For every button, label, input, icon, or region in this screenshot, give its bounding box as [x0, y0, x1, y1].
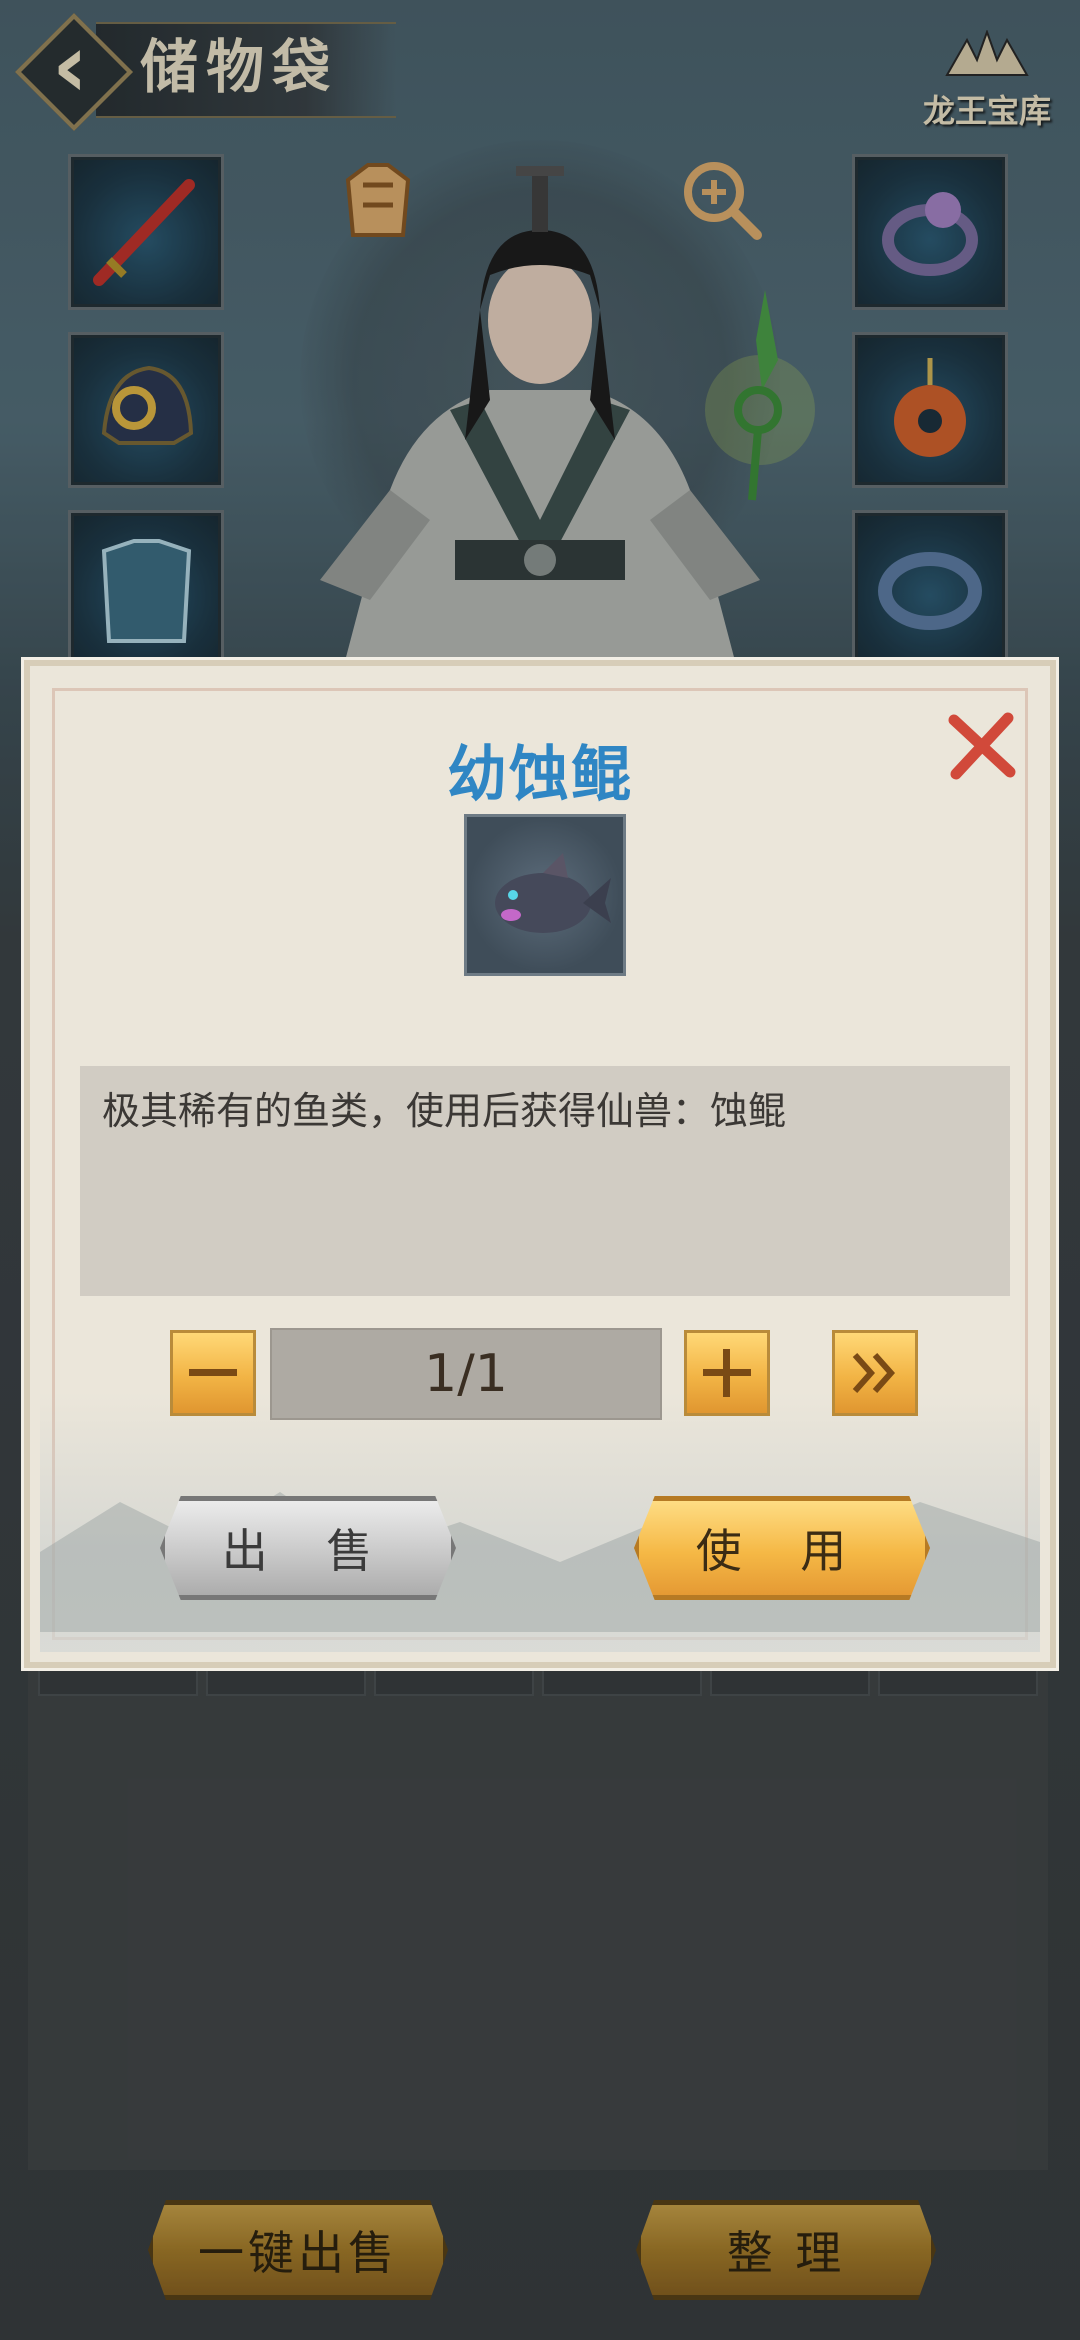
minus-icon	[189, 1369, 237, 1376]
close-icon[interactable]	[942, 706, 1022, 786]
double-chevron-right-icon	[852, 1353, 896, 1393]
item-icon-frame	[464, 814, 626, 976]
increase-quantity-button[interactable]	[684, 1330, 770, 1416]
item-detail-dialog: 幼蚀鲲 极其稀有的鱼类，使用后获得仙兽：蚀鲲 1/1 出 售 使 用	[24, 660, 1056, 1668]
max-quantity-button[interactable]	[832, 1330, 918, 1416]
use-button[interactable]: 使 用	[634, 1496, 930, 1600]
sell-button[interactable]: 出 售	[160, 1496, 456, 1600]
quantity-field[interactable]: 1/1	[270, 1328, 662, 1420]
fish-icon	[495, 853, 611, 933]
description-box: 极其稀有的鱼类，使用后获得仙兽：蚀鲲	[80, 1066, 1010, 1296]
item-name: 幼蚀鲲	[447, 740, 633, 810]
plus-icon	[703, 1349, 751, 1397]
item-description: 极其稀有的鱼类，使用后获得仙兽：蚀鲲	[102, 1089, 787, 1133]
decrease-quantity-button[interactable]	[170, 1330, 256, 1416]
